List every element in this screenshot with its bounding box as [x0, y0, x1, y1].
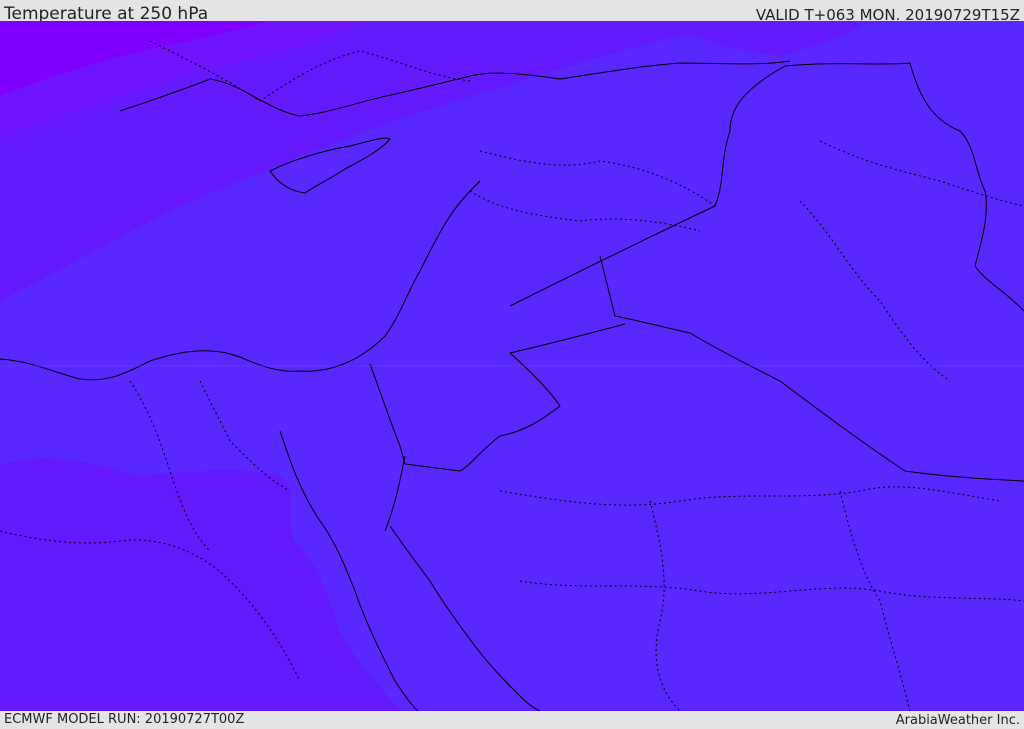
model-run-label: ECMWF MODEL RUN: 20190727T00Z [4, 712, 245, 727]
map-svg [0, 21, 1024, 711]
credit-label: ArabiaWeather Inc. [895, 713, 1020, 728]
temperature-map[interactable] [0, 21, 1024, 711]
